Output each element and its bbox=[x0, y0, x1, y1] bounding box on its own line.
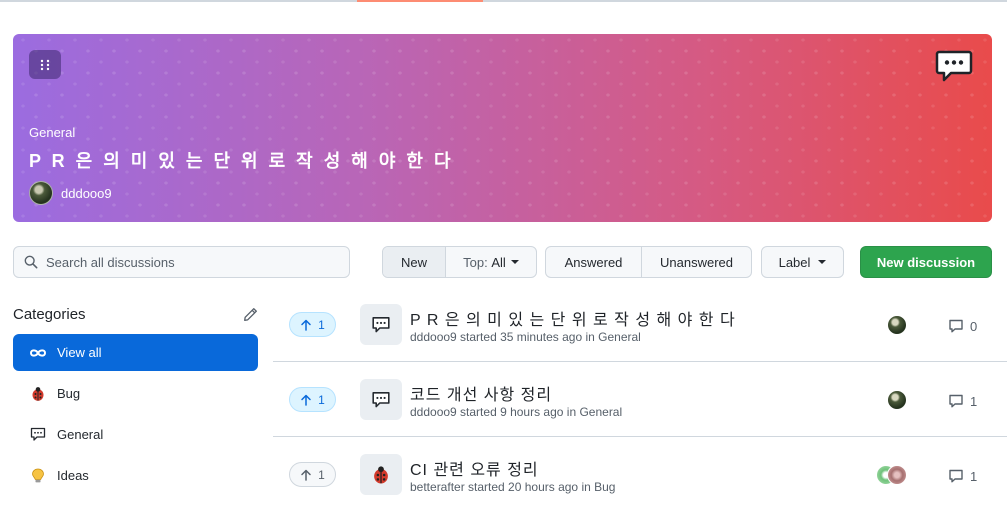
comment-count-value: 0 bbox=[970, 318, 978, 334]
search-input[interactable] bbox=[46, 254, 336, 270]
discussion-meta: dddooo9 started 35 minutes ago in Genera… bbox=[410, 330, 641, 344]
sidebar-item-view-all[interactable]: View all bbox=[13, 334, 258, 371]
participant-avatars bbox=[876, 465, 907, 485]
sort-top-value: All bbox=[491, 254, 506, 270]
grid-dots-icon bbox=[40, 59, 50, 70]
vote-count: 1 bbox=[318, 392, 325, 407]
grid-dots-button[interactable] bbox=[29, 50, 61, 79]
participant-avatars bbox=[887, 390, 907, 410]
ladybug-icon bbox=[29, 386, 47, 402]
sort-new-button[interactable]: New bbox=[383, 247, 445, 277]
label-dropdown-button[interactable]: Label bbox=[762, 247, 843, 277]
list-item[interactable]: 1 코드 개선 사항 정리 dddooo9 started 9 hours ag… bbox=[273, 362, 1007, 437]
unanswered-filter-button[interactable]: Unanswered bbox=[641, 247, 751, 277]
list-item[interactable]: 1 P R 은 의 미 있 는 단 위 로 작 성 해 야 한 다 dddooo… bbox=[273, 287, 1007, 362]
comment-count[interactable]: 1 bbox=[948, 468, 977, 484]
comment-icon bbox=[949, 319, 963, 333]
categories-header: Categories bbox=[13, 306, 258, 323]
infinity-icon bbox=[29, 348, 47, 358]
comment-icon bbox=[949, 469, 963, 483]
chevron-down-icon bbox=[510, 260, 519, 264]
sort-top-dropdown[interactable]: Top: All bbox=[445, 247, 536, 277]
sidebar-item-label: View all bbox=[57, 345, 102, 360]
discussion-title[interactable]: CI 관련 오류 정리 bbox=[410, 456, 539, 480]
search-box[interactable] bbox=[13, 246, 350, 278]
discussion-list: 1 P R 은 의 미 있 는 단 위 로 작 성 해 야 한 다 dddooo… bbox=[273, 287, 1007, 506]
banner-author[interactable]: dddooo9 bbox=[29, 181, 112, 205]
top-nav-underline bbox=[0, 0, 1007, 2]
unanswered-label: Unanswered bbox=[660, 254, 733, 270]
nav-underline-left bbox=[0, 0, 100, 2]
speech-balloon-icon bbox=[29, 427, 47, 442]
avatar[interactable] bbox=[29, 181, 53, 205]
participant-avatars bbox=[887, 315, 907, 335]
sort-new-label: New bbox=[400, 254, 427, 270]
new-discussion-button[interactable]: New discussion bbox=[860, 246, 992, 278]
categories-heading: Categories bbox=[13, 306, 86, 323]
sidebar-item-bug[interactable]: Bug bbox=[13, 375, 258, 412]
nav-active-tab-indicator bbox=[357, 0, 483, 2]
sidebar-item-general[interactable]: General bbox=[13, 416, 258, 453]
pencil-icon[interactable] bbox=[243, 307, 258, 322]
upvote-button[interactable]: 1 bbox=[289, 387, 336, 412]
discussion-title[interactable]: 코드 개선 사항 정리 bbox=[410, 381, 552, 405]
banner-pattern-offset bbox=[13, 34, 992, 222]
avatar[interactable] bbox=[887, 315, 907, 335]
ladybug-icon bbox=[374, 465, 388, 483]
speech-balloon-icon bbox=[935, 50, 973, 82]
vote-count: 1 bbox=[318, 467, 325, 482]
upvote-button[interactable]: 1 bbox=[289, 462, 336, 487]
avatar[interactable] bbox=[887, 465, 907, 485]
discussion-meta: dddooo9 started 9 hours ago in General bbox=[410, 405, 623, 419]
speech-balloon-icon bbox=[372, 391, 390, 407]
comment-count[interactable]: 1 bbox=[948, 393, 977, 409]
discussion-banner: General P R 은 의 미 있 는 단 위 로 작 성 해 야 한 다 … bbox=[13, 34, 992, 222]
arrow-up-icon bbox=[301, 319, 311, 331]
speech-balloon-icon bbox=[372, 316, 390, 332]
discussion-title[interactable]: P R 은 의 미 있 는 단 위 로 작 성 해 야 한 다 bbox=[410, 306, 736, 330]
comment-icon bbox=[949, 394, 963, 408]
answered-label: Answered bbox=[564, 254, 623, 270]
label-dropdown[interactable]: Label bbox=[761, 246, 844, 278]
arrow-up-icon bbox=[301, 469, 311, 481]
sidebar-item-label: Ideas bbox=[57, 468, 89, 483]
comment-count-value: 1 bbox=[970, 393, 978, 409]
banner-author-name[interactable]: dddooo9 bbox=[61, 186, 112, 201]
discussion-meta: betterafter started 20 hours ago in Bug bbox=[410, 480, 616, 494]
comment-count[interactable]: 0 bbox=[948, 318, 977, 334]
vote-count: 1 bbox=[318, 317, 325, 332]
discussion-category-icon bbox=[360, 379, 402, 420]
discussion-category-icon bbox=[360, 304, 402, 345]
comment-count-value: 1 bbox=[970, 468, 978, 484]
search-icon bbox=[24, 255, 38, 269]
answer-filter-group: Answered Unanswered bbox=[545, 246, 752, 278]
chevron-down-icon bbox=[818, 260, 827, 264]
sort-top-label: Top: bbox=[463, 254, 488, 270]
banner-title[interactable]: P R 은 의 미 있 는 단 위 로 작 성 해 야 한 다 bbox=[29, 147, 454, 173]
answered-filter-button[interactable]: Answered bbox=[546, 247, 641, 277]
category-list: View all Bug General Ideas bbox=[13, 334, 258, 498]
sort-button-group: New Top: All bbox=[382, 246, 537, 278]
arrow-up-icon bbox=[301, 394, 311, 406]
avatar[interactable] bbox=[887, 390, 907, 410]
discussion-category-icon bbox=[360, 454, 402, 495]
list-item[interactable]: 1 CI 관련 오류 정리 betterafter started 20 hou… bbox=[273, 437, 1007, 506]
banner-category[interactable]: General bbox=[29, 125, 75, 140]
label-dropdown-text: Label bbox=[778, 254, 811, 270]
sidebar-item-label: Bug bbox=[57, 386, 81, 401]
upvote-button[interactable]: 1 bbox=[289, 312, 336, 337]
sidebar-item-ideas[interactable]: Ideas bbox=[13, 457, 258, 494]
sidebar-item-label: General bbox=[57, 427, 104, 442]
lightbulb-icon bbox=[29, 468, 47, 484]
